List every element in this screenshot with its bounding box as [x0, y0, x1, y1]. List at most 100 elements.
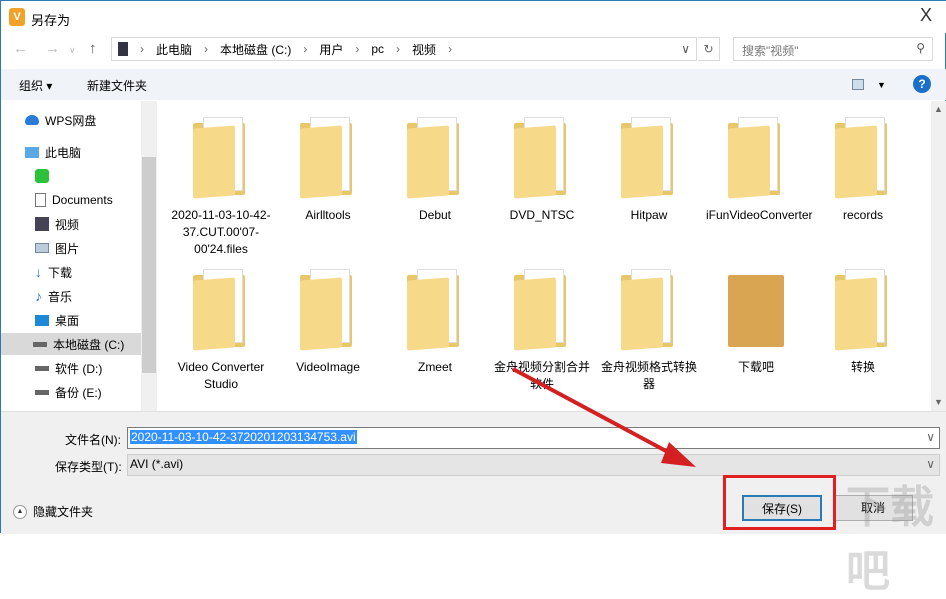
folder-item[interactable]: Debut — [385, 117, 485, 224]
view-icon[interactable] — [852, 79, 864, 90]
sidebar-item-drive-d[interactable]: 软件 (D:) — [35, 357, 151, 379]
breadcrumb-item[interactable]: 此电脑 — [156, 41, 192, 58]
folder-name: VideoImage — [296, 360, 360, 374]
recent-dropdown-icon[interactable]: ∨ — [69, 45, 76, 56]
sidebar-scrollbar[interactable] — [141, 101, 157, 411]
new-folder-button[interactable]: 新建文件夹 — [87, 77, 147, 94]
search-input[interactable]: 搜索"视频" ⚲ — [733, 37, 933, 61]
sidebar-item-label: 视频 — [55, 217, 80, 232]
folder-name: 转换 — [850, 360, 875, 374]
music-icon: ♪ — [35, 288, 42, 304]
refresh-button[interactable]: ↻ — [698, 37, 720, 61]
folder-icon — [621, 269, 677, 351]
desktop-icon — [35, 314, 49, 326]
sidebar-item-this-pc[interactable]: 此电脑 — [25, 141, 141, 163]
folder-icon — [621, 117, 677, 199]
breadcrumb-item[interactable]: 本地磁盘 (C:) — [220, 41, 291, 58]
folder-name: 2020-11-03-10-42-37.CUT.00'07-00'24.file… — [171, 208, 271, 256]
breadcrumb-item[interactable]: 视频 — [412, 41, 436, 58]
sidebar-item-drive-e[interactable]: 备份 (E:) — [35, 381, 151, 403]
folder-item[interactable]: records — [813, 117, 913, 224]
help-button[interactable]: ? — [913, 75, 931, 93]
chevron-down-icon[interactable]: ∨ — [926, 430, 935, 444]
sidebar-item-wps[interactable]: WPS网盘 — [25, 109, 141, 131]
sidebar-item-label: 软件 (D:) — [55, 361, 103, 376]
sidebar-item-music[interactable]: ♪ 音乐 — [35, 285, 151, 307]
sidebar-item-app[interactable] — [35, 165, 151, 187]
folder-item[interactable]: Video Converter Studio — [171, 269, 271, 393]
folder-name: Airlltools — [305, 208, 351, 222]
sidebar-item-label: 图片 — [55, 241, 80, 256]
organize-button[interactable]: 组织 ▾ — [19, 77, 52, 94]
scrollbar-thumb[interactable] — [142, 157, 156, 373]
breadcrumb-item[interactable]: pc — [371, 42, 384, 56]
app-logo-icon: V — [9, 8, 25, 26]
sidebar-item-videos[interactable]: 视频 — [35, 213, 151, 235]
up-icon[interactable]: ↑ — [89, 40, 97, 57]
folder-name: 金舟视频分割合并软件 — [493, 360, 590, 391]
chevron-down-icon[interactable]: ∨ — [926, 457, 935, 471]
sidebar-item-label: 音乐 — [48, 289, 73, 304]
folder-icon — [407, 117, 463, 199]
folder-item[interactable]: Zmeet — [385, 269, 485, 376]
title-bar: V 另存为 X — [1, 1, 946, 33]
view-dropdown-icon[interactable]: ▼ — [877, 80, 886, 90]
sidebar-item-desktop[interactable]: 桌面 — [35, 309, 151, 331]
folder-icon — [300, 117, 356, 199]
folder-name: Video Converter Studio — [177, 360, 265, 391]
sidebar-item-label: WPS网盘 — [45, 113, 97, 128]
drive-icon — [33, 341, 47, 347]
document-icon — [35, 193, 46, 207]
folder-name: Hitpaw — [630, 208, 668, 222]
computer-icon — [25, 146, 39, 158]
folder-icon — [728, 269, 784, 349]
sidebar-item-drive-c[interactable]: 本地磁盘 (C:) — [1, 333, 141, 355]
folder-name: records — [842, 208, 883, 222]
folder-item[interactable]: iFunVideoConverter — [706, 117, 813, 224]
address-bar[interactable]: › 此电脑 › 本地磁盘 (C:) › 用户 › pc › 视频 › ∨ — [111, 37, 697, 61]
folder-item[interactable]: DVD_NTSC — [492, 117, 592, 224]
folder-icon — [193, 117, 249, 199]
sidebar-item-label: 下载 — [48, 265, 73, 280]
hide-folders-toggle[interactable]: ▲ 隐藏文件夹 — [13, 503, 93, 520]
file-grid: 2020-11-03-10-42-37.CUT.00'07-00'24.file… — [161, 101, 931, 411]
breadcrumb-item[interactable]: 用户 — [319, 41, 343, 58]
folder-name: iFunVideoConverter — [706, 208, 813, 222]
back-icon[interactable]: ← — [13, 40, 28, 57]
filename-label: 文件名(N): — [65, 433, 121, 447]
filename-input[interactable]: 2020-11-03-10-42-3720201203134753.avi ∨ — [127, 427, 940, 449]
folder-name: 下载吧 — [737, 360, 774, 374]
sidebar-item-downloads[interactable]: ↓ 下载 — [35, 261, 151, 283]
folder-item[interactable]: 下载吧 — [706, 269, 806, 376]
scroll-down-icon[interactable]: ▼ — [934, 397, 943, 407]
file-type-select[interactable]: AVI (*.avi) ∨ — [127, 454, 940, 476]
folder-item[interactable]: Hitpaw — [599, 117, 699, 224]
forward-icon[interactable]: → — [45, 40, 60, 57]
sidebar-item-label: 备份 (E:) — [55, 385, 102, 400]
folder-icon — [514, 117, 570, 199]
sidebar-item-label: 本地磁盘 (C:) — [53, 337, 125, 352]
folder-icon — [835, 269, 891, 351]
collapse-icon: ▲ — [13, 504, 27, 519]
close-button[interactable]: X — [911, 5, 941, 26]
cloud-icon — [25, 115, 39, 125]
chevron-down-icon[interactable]: ∨ — [681, 42, 690, 56]
folder-item[interactable]: Airlltools — [278, 117, 378, 224]
search-placeholder: 搜索"视频" — [742, 44, 799, 58]
folder-icon — [728, 117, 784, 199]
folder-item[interactable]: VideoImage — [278, 269, 378, 376]
folder-item[interactable]: 金舟视频格式转换器 — [599, 269, 699, 393]
window-title: 另存为 — [31, 13, 71, 28]
folder-item[interactable]: 转换 — [813, 269, 913, 376]
folder-icon — [300, 269, 356, 351]
watermark: 下载吧 — [846, 483, 934, 596]
highlight-box — [723, 475, 836, 530]
video-folder-icon — [118, 42, 128, 56]
file-scrollbar[interactable]: ▲ ▼ — [931, 101, 946, 411]
sidebar-item-documents[interactable]: Documents — [35, 189, 151, 211]
folder-item[interactable]: 金舟视频分割合并软件 — [492, 269, 592, 393]
folder-item[interactable]: 2020-11-03-10-42-37.CUT.00'07-00'24.file… — [171, 117, 271, 258]
scroll-up-icon[interactable]: ▲ — [934, 104, 943, 114]
sidebar-item-pictures[interactable]: 图片 — [35, 237, 151, 259]
folder-icon — [193, 269, 249, 351]
